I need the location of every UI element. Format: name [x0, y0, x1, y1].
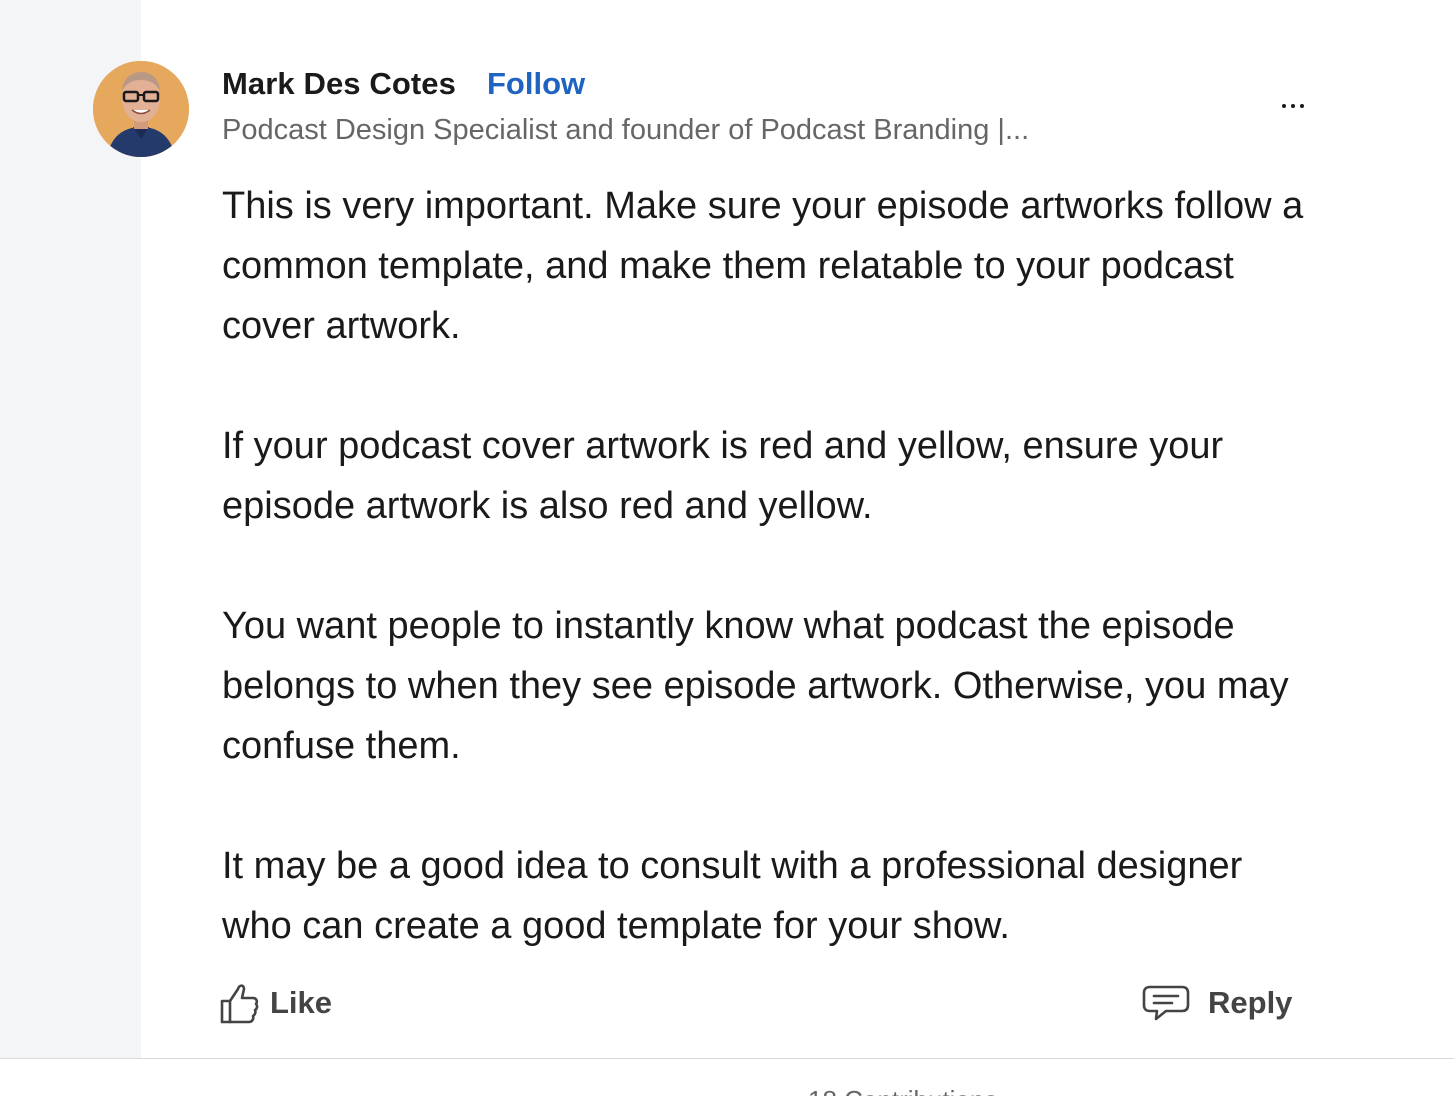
- more-horizontal-icon: [1282, 104, 1304, 108]
- reply-button[interactable]: Reply: [1142, 978, 1292, 1028]
- left-rail: [0, 0, 141, 1058]
- avatar-image: [93, 61, 189, 157]
- comment-paragraph: It may be a good idea to consult with a …: [222, 845, 1243, 947]
- comment-body: This is very important. Make sure your e…: [222, 176, 1322, 956]
- author-headline[interactable]: Podcast Design Specialist and founder of…: [222, 114, 1029, 147]
- like-label: Like: [270, 985, 333, 1020]
- comment-paragraph: If your podcast cover artwork is red and…: [222, 425, 1224, 527]
- comment-paragraph: You want people to instantly know what p…: [222, 605, 1289, 767]
- more-options-button[interactable]: [1268, 86, 1318, 126]
- speech-bubble-icon: [1142, 985, 1190, 1021]
- author-name[interactable]: Mark Des Cotes: [222, 66, 456, 102]
- comment-paragraph: This is very important. Make sure your e…: [222, 185, 1304, 347]
- contributions-count[interactable]: 18 Contributions: [808, 1085, 997, 1096]
- comment-page: Mark Des Cotes Follow Podcast Design Spe…: [0, 0, 1454, 1096]
- footer-strip: 18 Contributions: [0, 1059, 1454, 1096]
- avatar[interactable]: [93, 61, 189, 157]
- follow-button[interactable]: Follow: [487, 66, 585, 102]
- thumbs-up-icon: [220, 984, 259, 1024]
- like-button[interactable]: Like: [218, 978, 332, 1028]
- reply-label: Reply: [1208, 985, 1293, 1020]
